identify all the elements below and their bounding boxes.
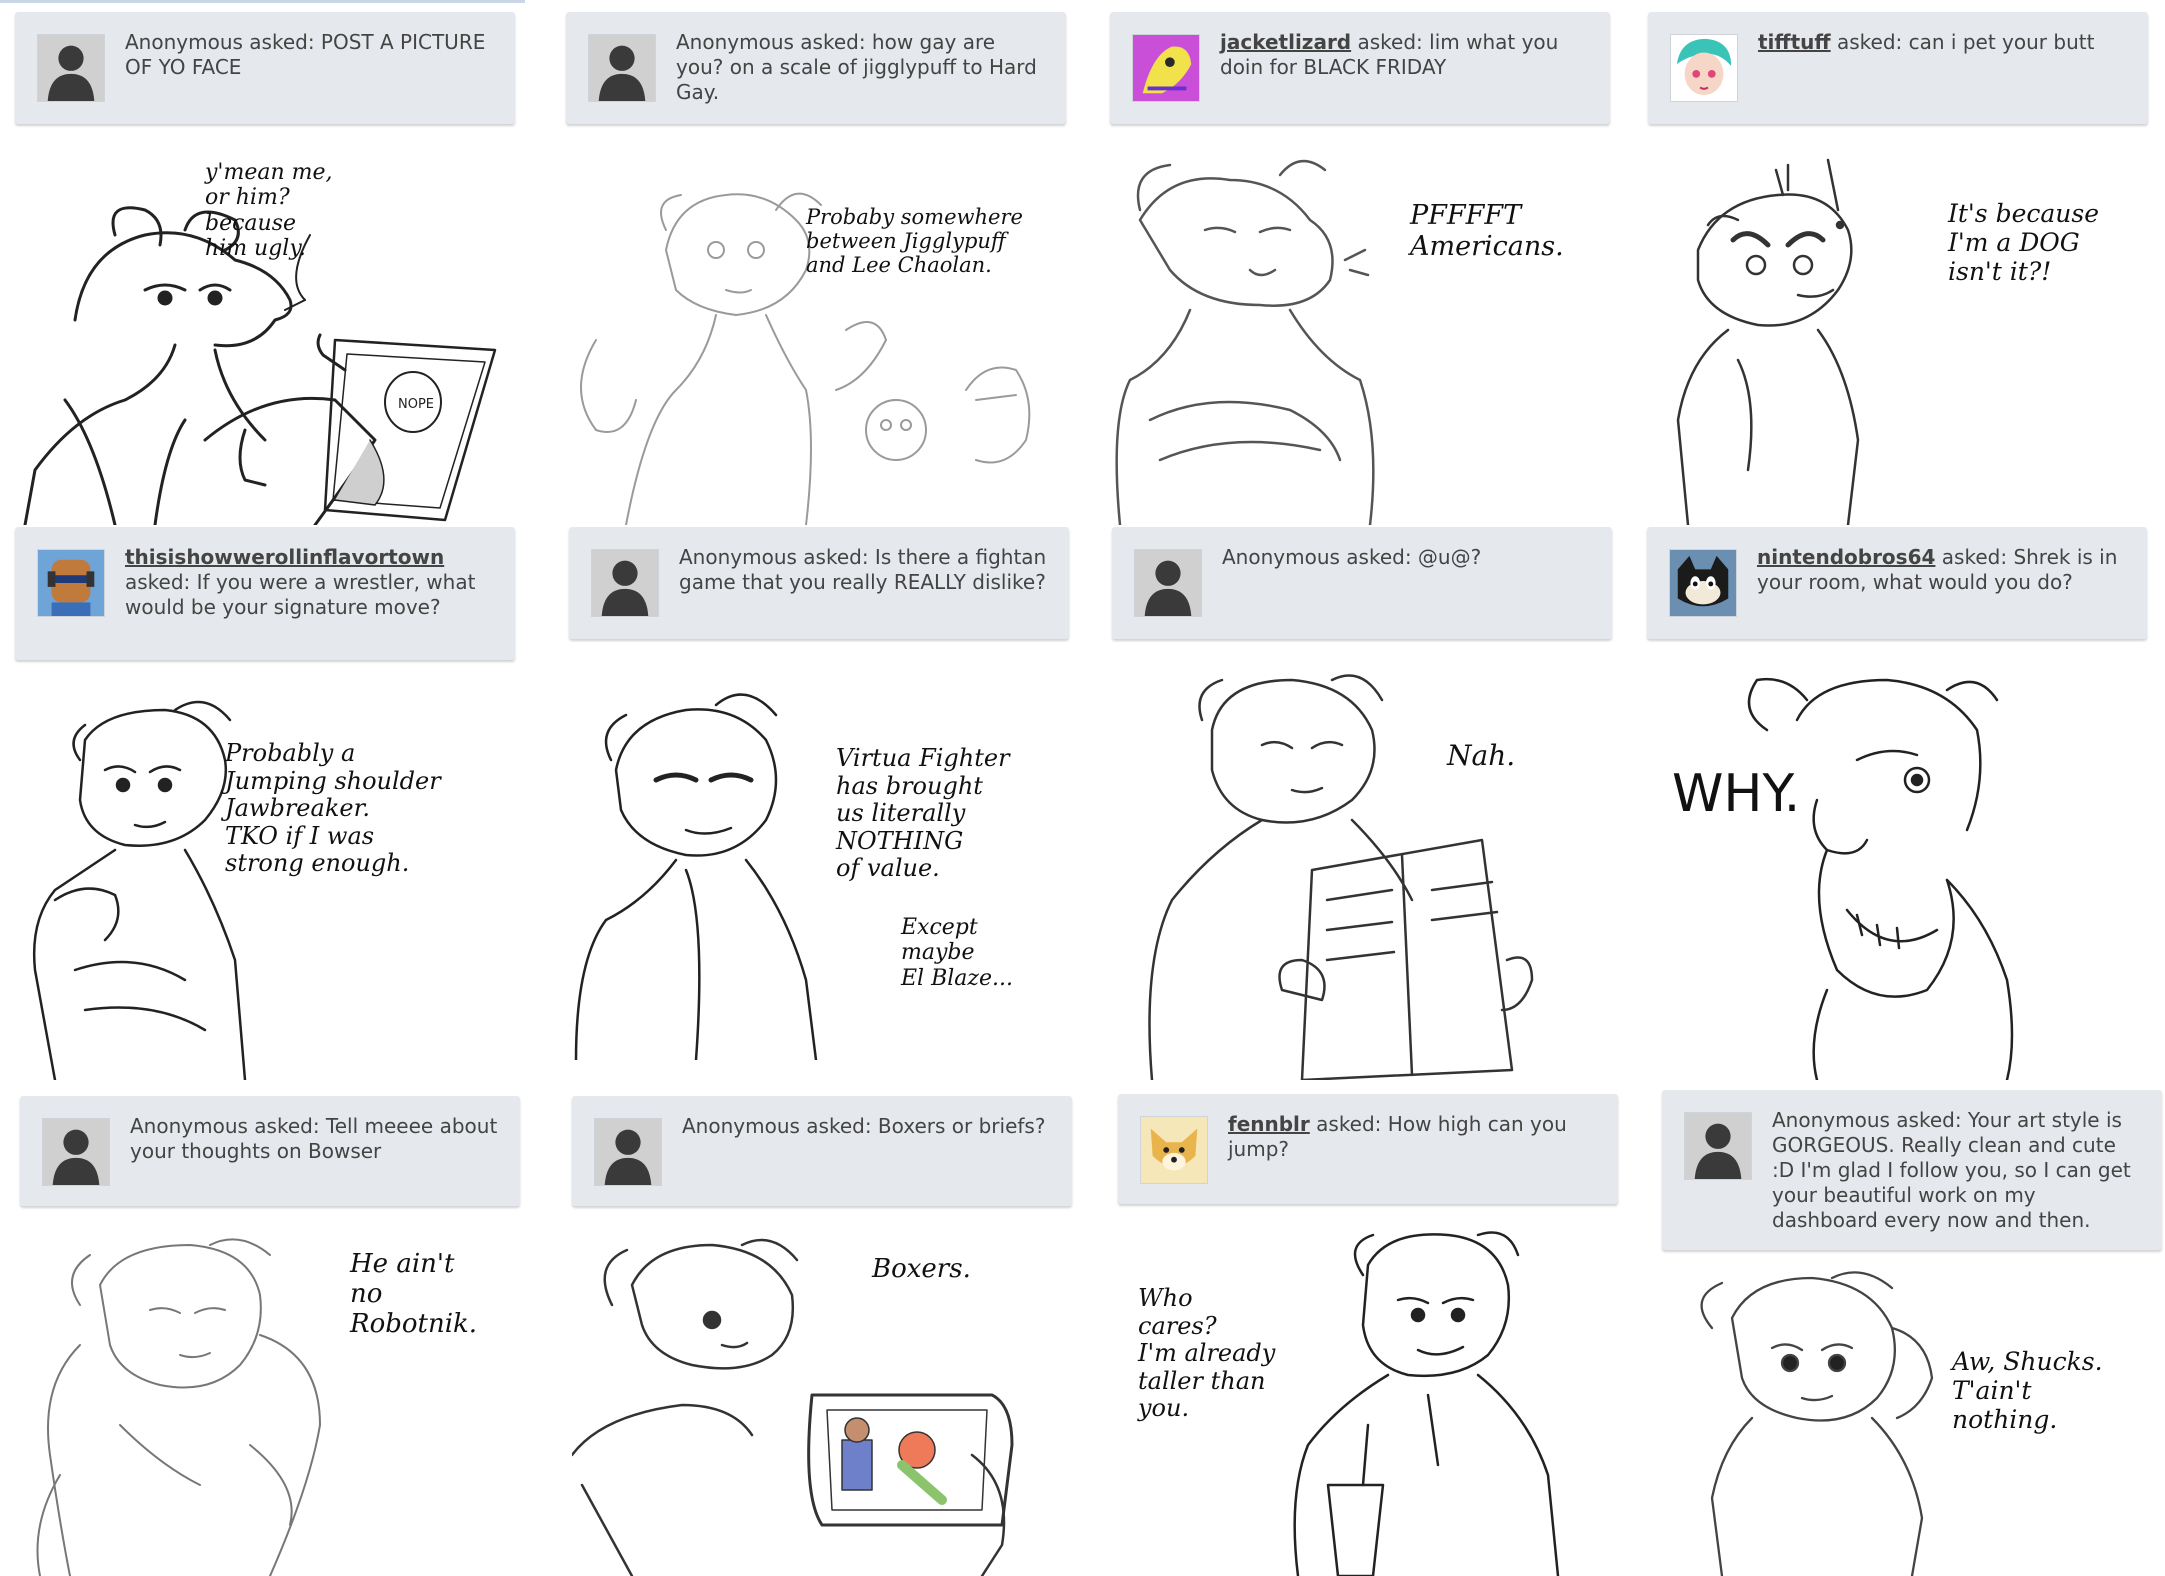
asker-label: Anonymous asked: [1222,545,1412,569]
ask-box: Anonymous asked: Your art style is GORGE… [1662,1090,2162,1250]
asker-label: Anonymous asked: [1772,1108,1962,1132]
ask-question: Anonymous asked: Tell meeee about your t… [130,1114,502,1164]
silhouette-avatar[interactable] [588,34,656,102]
asker-label: asked: [1941,545,2008,569]
speech-bubble-text: Who cares? I'm already taller than you. [1138,1284,1276,1423]
prop-label: NOPE [398,397,434,412]
ask-box: thisishowwerollinflavortown asked: If yo… [15,527,515,660]
ask-box: nintendobros64 asked: Shrek is in your r… [1647,527,2147,639]
robot-avatar[interactable] [37,549,105,617]
question-text: @u@? [1417,545,1482,569]
speech-bubble-text: Probaby somewhere between Jigglypuff and… [806,205,1023,278]
ask-question: Anonymous asked: @u@? [1222,545,1594,570]
ask-question: thisishowwerollinflavortown asked: If yo… [125,545,497,620]
asker-link[interactable]: tifftuff [1758,30,1831,54]
question-text: can i pet your butt [1908,30,2095,54]
comic-drawing: Boxers. [572,1225,1072,1576]
asker-link[interactable]: fennblr [1228,1112,1310,1136]
comic-drawing: PFFFFT Americans. [1110,140,1610,525]
asker-label: asked: [1357,30,1423,54]
ask-box: tifftuff asked: can i pet your butt [1648,12,2148,124]
asker-link[interactable]: nintendobros64 [1757,545,1935,569]
asker-label: Anonymous asked: [679,545,869,569]
speech-bubble-text: Aw, Shucks. T'ain't nothing. [1952,1347,2103,1434]
ask-question: nintendobros64 asked: Shrek is in your r… [1757,545,2129,595]
silhouette-avatar[interactable] [37,34,105,102]
ask-box: Anonymous asked: how gay are you? on a s… [566,12,1066,124]
comic-drawing: Virtua Fighter has brought us literally … [566,660,1066,1060]
asker-label: asked: [1836,30,1903,54]
ask-box: jacketlizard asked: lim what you doin fo… [1110,12,1610,124]
speech-bubble-text: Virtua Fighter has brought us literally … [836,744,1010,883]
comic-drawing: Who cares? I'm already taller than you. [1118,1225,1618,1576]
speech-bubble-text: He ain't no Robotnik. [350,1249,478,1339]
speech-bubble-text-secondary: Except maybe El Blaze... [901,915,1013,991]
speech-bubble-text: PFFFFT Americans. [1410,200,1564,263]
comic-drawing: Probably a Jumping shoulder Jawbreaker. … [15,680,515,1080]
comic-drawing: Probaby somewhere between Jigglypuff and… [566,140,1066,525]
fox-avatar[interactable] [1140,1116,1208,1184]
comic-drawing: Nah. [1112,660,1612,1080]
silhouette-avatar[interactable] [1134,549,1202,617]
ask-box: Anonymous asked: POST A PICTURE OF YO FA… [15,12,515,124]
asker-label: Anonymous asked: [125,30,315,54]
ask-box: Anonymous asked: Boxers or briefs? [572,1096,1072,1206]
top-accent-line [0,0,525,3]
silhouette-avatar[interactable] [1684,1112,1752,1180]
comic-drawing: It's because I'm a DOG isn't it?! [1648,140,2148,525]
ask-question: jacketlizard asked: lim what you doin fo… [1220,30,1592,80]
ask-box: fennblr asked: How high can you jump? [1118,1094,1618,1204]
ask-box: Anonymous asked: Tell meeee about your t… [20,1096,520,1206]
asker-label: Anonymous asked: [130,1114,320,1138]
comic-drawing: He ain't no Robotnik. [20,1225,520,1576]
cat-avatar[interactable] [1669,549,1737,617]
asker-label: Anonymous asked: [682,1114,872,1138]
asker-label: Anonymous asked: [676,30,866,54]
speech-bubble-text: y'mean me, or him? because him ugly. [205,160,333,261]
asker-link[interactable]: thisishowwerollinflavortown [125,545,444,569]
silhouette-avatar[interactable] [594,1118,662,1186]
ask-box: Anonymous asked: @u@? [1112,527,1612,639]
speech-bubble-text: Boxers. [872,1254,971,1284]
ask-question: Anonymous asked: POST A PICTURE OF YO FA… [125,30,497,80]
asker-label: asked: [125,570,191,594]
question-text: Boxers or briefs? [877,1114,1046,1138]
asker-link[interactable]: jacketlizard [1220,30,1351,54]
lizard-avatar[interactable] [1132,34,1200,102]
silhouette-avatar[interactable] [42,1118,110,1186]
speech-bubble-text: Probably a Jumping shoulder Jawbreaker. … [225,739,441,878]
silhouette-avatar[interactable] [591,549,659,617]
speech-bubble-text: Nah. [1447,739,1516,772]
comic-drawing: WHY. [1647,660,2147,1080]
comic-drawing: Aw, Shucks. T'ain't nothing. [1662,1268,2162,1576]
ask-box: Anonymous asked: Is there a fightan game… [569,527,1069,639]
ask-question: fennblr asked: How high can you jump? [1228,1112,1600,1162]
speech-bubble-text: It's because I'm a DOG isn't it?! [1948,199,2100,286]
girl-avatar[interactable] [1670,34,1738,102]
asker-label: asked: [1316,1112,1382,1136]
ask-question: Anonymous asked: Your art style is GORGE… [1772,1108,2144,1233]
comic-drawing: NOPE y'mean me, or him? because him ugly… [15,140,515,525]
ask-question: Anonymous asked: how gay are you? on a s… [676,30,1048,105]
speech-bubble-text: WHY. [1672,764,1801,824]
ask-question: tifftuff asked: can i pet your butt [1758,30,2130,55]
ask-question: Anonymous asked: Is there a fightan game… [679,545,1051,595]
ask-question: Anonymous asked: Boxers or briefs? [682,1114,1054,1139]
